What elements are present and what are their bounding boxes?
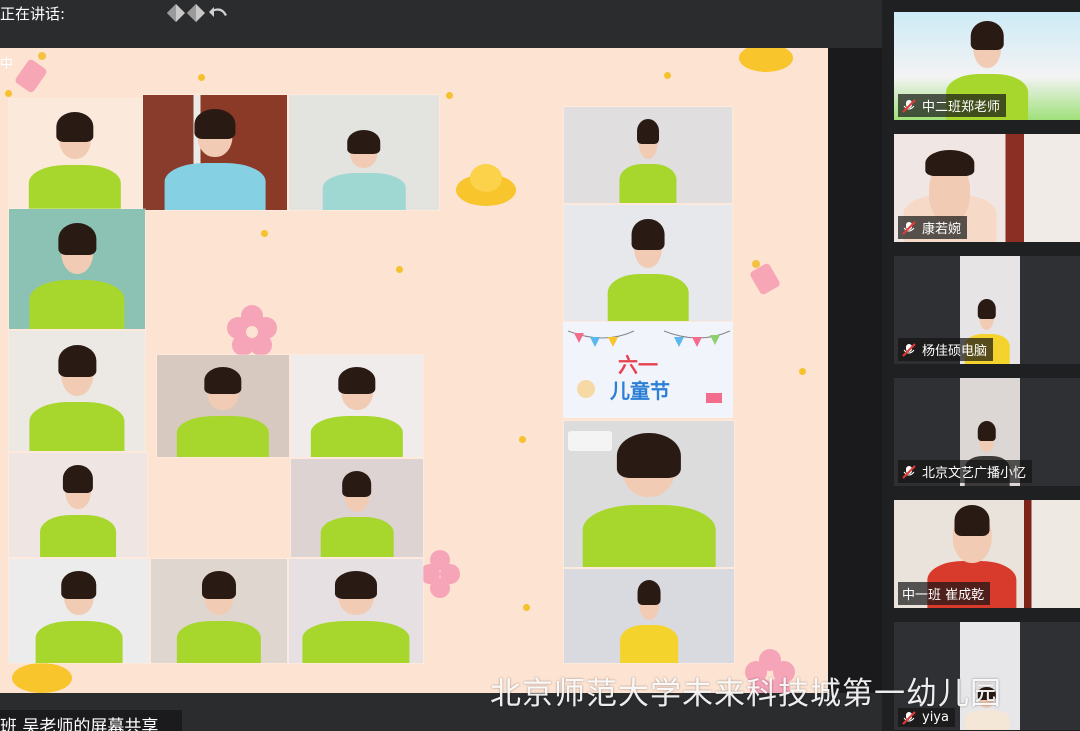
dot-decoration bbox=[523, 604, 530, 611]
banner-text-line2: 儿童节 bbox=[610, 379, 670, 403]
dot-decoration bbox=[198, 74, 205, 81]
video-tile bbox=[8, 208, 146, 330]
mic-muted-icon bbox=[902, 220, 916, 235]
gold-ingot-icon bbox=[739, 48, 793, 72]
participant-tile[interactable]: 中二班郑老师 bbox=[894, 12, 1080, 120]
participants-panel: 中二班郑老师 康若婉 杨佳硕电脑 北京文艺广播小忆 中一班 崔成乾 yiya bbox=[882, 0, 1080, 731]
flower-icon bbox=[227, 305, 277, 356]
video-tile bbox=[563, 420, 735, 568]
video-tile bbox=[563, 106, 733, 204]
gift-tag-icon bbox=[15, 52, 47, 93]
diamond-icon[interactable] bbox=[165, 2, 187, 24]
mic-muted-icon bbox=[902, 98, 916, 113]
participant-tile[interactable]: 康若婉 bbox=[894, 134, 1080, 242]
annotation-toolbar bbox=[165, 2, 231, 24]
dot-decoration bbox=[396, 266, 403, 273]
gift-tag-icon bbox=[750, 260, 780, 295]
video-tile bbox=[563, 204, 733, 322]
participant-name-tag: 中一班 崔成乾 bbox=[898, 582, 991, 605]
video-tile bbox=[563, 568, 735, 664]
video-tile bbox=[8, 330, 146, 452]
mic-muted-icon bbox=[902, 342, 916, 357]
watermark-text: 北京师范大学未来科技城第一幼儿园 bbox=[490, 676, 1002, 712]
participant-tile[interactable]: 杨佳硕电脑 bbox=[894, 256, 1080, 364]
undo-icon[interactable] bbox=[207, 2, 229, 24]
dot-decoration bbox=[519, 436, 526, 443]
video-tile bbox=[150, 558, 288, 664]
children-day-banner: 六一 儿童节 bbox=[563, 322, 733, 418]
participant-name-tag: 康若婉 bbox=[898, 216, 968, 239]
video-tile bbox=[8, 452, 148, 558]
video-tile bbox=[8, 558, 150, 664]
dot-decoration bbox=[664, 72, 671, 79]
video-tile bbox=[156, 354, 290, 458]
participant-name-tag: 中二班郑老师 bbox=[898, 94, 1007, 117]
video-tile bbox=[290, 354, 424, 458]
top-bar: 正在讲话: bbox=[0, 0, 880, 44]
flower-icon bbox=[420, 550, 460, 598]
video-tile bbox=[142, 94, 288, 211]
participant-tile[interactable]: 中一班 崔成乾 bbox=[894, 500, 1080, 608]
dot-decoration bbox=[446, 92, 453, 99]
video-tile bbox=[290, 458, 424, 558]
dot-decoration bbox=[799, 368, 806, 375]
video-tile bbox=[288, 558, 424, 664]
participant-tile[interactable]: 北京文艺广播小忆 bbox=[894, 378, 1080, 486]
shared-screen: 中 六一 儿童节 bbox=[0, 48, 828, 693]
dot-decoration bbox=[261, 230, 268, 237]
video-tile bbox=[288, 94, 440, 211]
diamond-icon[interactable] bbox=[185, 2, 207, 24]
gold-ingot-icon bbox=[456, 164, 516, 206]
dot-decoration bbox=[5, 90, 12, 97]
share-side-gap bbox=[828, 48, 882, 693]
participant-name-tag: 北京文艺广播小忆 bbox=[898, 460, 1033, 483]
speaking-indicator: 正在讲话: bbox=[0, 5, 66, 23]
banner-text-line1: 六一 bbox=[618, 353, 658, 377]
screen-share-caption: 班 吴老师的屏幕共享 bbox=[0, 710, 182, 731]
mic-muted-icon bbox=[902, 464, 916, 479]
participant-name-tag: 杨佳硕电脑 bbox=[898, 338, 994, 361]
video-tile bbox=[8, 98, 142, 211]
meeting-window: 正在讲话: 中 六一 儿童节 中二班郑老师 康若婉 杨佳硕电脑 北京文艺广播小忆… bbox=[0, 0, 1080, 731]
